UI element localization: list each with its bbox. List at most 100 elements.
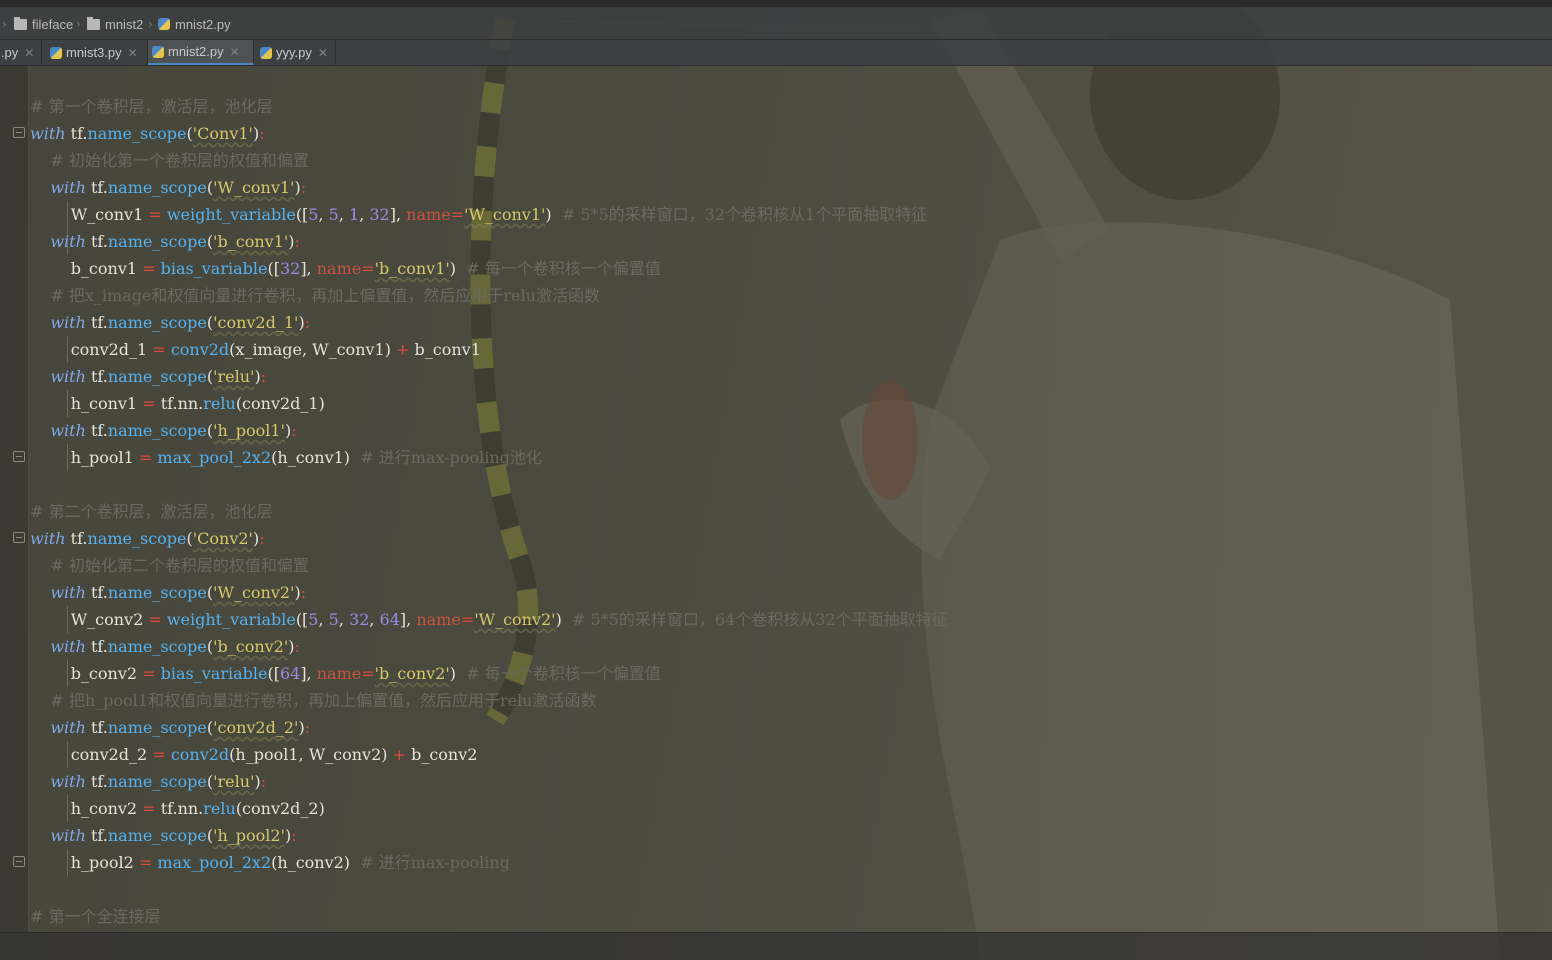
code-line[interactable]: with tf.name_scope('b_conv1'): [30,228,948,255]
tab-yyy-py[interactable]: yyy.py ✕ [256,40,336,65]
code-line[interactable]: with tf.name_scope('h_pool2'): [30,822,948,849]
fold-icon[interactable] [13,856,25,867]
python-file-icon [260,46,272,59]
code-line[interactable]: # 第一个卷积层，激活层，池化层 [30,93,948,120]
code-token: tf. [85,772,108,791]
code-line[interactable]: b_conv2 = bias_variable([64], name='b_co… [30,660,948,687]
code-line[interactable]: # 把h_pool1和权值向量进行卷积，再加上偏置值，然后应用于relu激活函数 [30,687,948,714]
close-icon[interactable]: ✕ [24,46,34,60]
code-line[interactable]: with tf.name_scope('b_conv2'): [30,633,948,660]
code-token: : [294,637,300,656]
code-line[interactable]: with tf.name_scope('conv2d_2'): [30,714,948,741]
code-line[interactable]: # 第一个全连接层 [30,903,948,930]
code-line[interactable]: conv2d_1 = conv2d(x_image, W_conv1) + b_… [30,336,948,363]
tab-l-py[interactable]: l.py ✕ [0,40,42,65]
code-token: (x_image, W_conv1) [229,340,397,359]
code-line[interactable]: with tf.name_scope('Conv2'): [30,525,948,552]
code-line[interactable]: with tf.name_scope('Conv1'): [30,120,948,147]
code-line[interactable]: h_conv1 = tf.nn.relu(conv2d_1) [30,390,948,417]
tab-mnist3-py[interactable]: mnist3.py ✕ [46,40,148,65]
editor-tabs: l.py ✕ mnist3.py ✕ mnist2.py ✕ yyy.py ✕ [0,40,1552,66]
code-token: # 每一个卷积核一个偏置值 [466,259,661,278]
code-token: h_pool2 [30,853,139,872]
code-line[interactable]: h_pool2 = max_pool_2x2(h_conv2) # 进行max-… [30,849,948,876]
code-token: bias_variable [160,664,268,683]
fold-icon[interactable] [13,127,25,138]
code-token: 64 [279,664,301,683]
code-token: name_scope [107,826,207,845]
code-line[interactable]: conv2d_2 = conv2d(h_pool1, W_conv2) + b_… [30,741,948,768]
code-line[interactable]: with tf.name_scope('conv2d_1'): [30,309,948,336]
code-token: 'b_conv1' [213,232,289,251]
code-line[interactable]: h_pool1 = max_pool_2x2(h_conv1) # 进行max-… [30,444,948,471]
code-token: : [300,583,307,602]
code-line[interactable]: W_conv2 = weight_variable([5, 5, 32, 64]… [30,606,948,633]
tab-mnist2-py[interactable]: mnist2.py ✕ [148,40,254,65]
code-token: tf. [85,583,108,602]
code-token: (h_conv2) [271,853,361,872]
code-token: 1 [349,205,360,224]
code-token: 'conv2d_2' [213,718,299,737]
code-token: h_conv2 [30,799,143,818]
code-line[interactable]: with tf.name_scope('W_conv1'): [30,174,948,201]
code-token: max_pool_2x2 [157,448,272,467]
code-token: b_conv1 [409,340,481,359]
code-line[interactable]: with tf.name_scope('h_pool1'): [30,417,948,444]
code-token: with [50,421,86,440]
code-token: # 把x_image和权值向量进行卷积，再加上偏置值，然后应用于relu激活函数 [50,286,600,305]
fold-icon[interactable] [13,532,25,543]
code-token: = [361,664,375,683]
code-line[interactable]: with tf.name_scope('W_conv2'): [30,579,948,606]
code-token: = [152,745,166,764]
code-token: tf.nn. [155,394,204,413]
code-token: ) [449,664,467,683]
code-token: + [396,340,410,359]
code-token: # 进行max-pooling [360,853,510,872]
code-line[interactable]: h_conv2 = tf.nn.relu(conv2d_2) [30,795,948,822]
fold-icon[interactable] [13,451,25,462]
close-icon[interactable]: ✕ [230,45,240,59]
code-line[interactable]: # 把x_image和权值向量进行卷积，再加上偏置值，然后应用于relu激活函数 [30,282,948,309]
code-line[interactable]: b_conv1 = bias_variable([32], name='b_co… [30,255,948,282]
code-token: 32 [349,610,370,629]
code-token: max_pool_2x2 [157,853,272,872]
code-token: with [50,178,86,197]
code-token: with [50,826,86,845]
window-title-strip [0,0,1552,7]
code-token: 'Conv1' [192,124,253,143]
close-icon[interactable]: ✕ [128,46,138,60]
code-token: name_scope [87,124,187,143]
close-icon[interactable]: ✕ [318,46,328,60]
code-token: name_scope [107,232,207,251]
code-token: # 第一个全连接层 [30,907,161,926]
breadcrumb-item-mnist2[interactable]: mnist2 [87,15,143,33]
code-token: : [260,367,267,386]
code-token: = [142,259,156,278]
code-token: ], [399,610,417,629]
breadcrumb-item-file[interactable]: mnist2.py [158,15,231,33]
code-token: W_conv2 [30,610,149,629]
code-token: # 第一个卷积层，激活层，池化层 [30,97,273,116]
code-token: ) [545,205,562,224]
code-line[interactable]: # 第二个卷积层，激活层，池化层 [30,498,948,525]
code-line[interactable] [30,471,948,498]
code-token: 'h_pool2' [213,826,285,845]
code-line[interactable]: # 初始化第二个卷积层的权值和偏置 [30,552,948,579]
breadcrumb-item-fileface[interactable]: fileface [14,15,73,33]
code-token: with [50,583,86,602]
code-content[interactable]: # 第一个卷积层，激活层，池化层 with tf.name_scope('Conv… [30,93,948,930]
code-line[interactable]: with tf.name_scope('relu'): [30,363,948,390]
code-token: 'h_pool1' [213,421,285,440]
code-line[interactable] [30,876,948,903]
code-line[interactable]: W_conv1 = weight_variable([5, 5, 1, 32],… [30,201,948,228]
code-line[interactable]: with tf.name_scope('relu'): [30,768,948,795]
code-token: , [318,610,329,629]
code-line[interactable]: # 初始化第一个卷积层的权值和偏置 [30,147,948,174]
folder-icon [87,16,100,30]
python-file-icon [50,46,62,59]
code-token: conv2d_2 [30,745,153,764]
